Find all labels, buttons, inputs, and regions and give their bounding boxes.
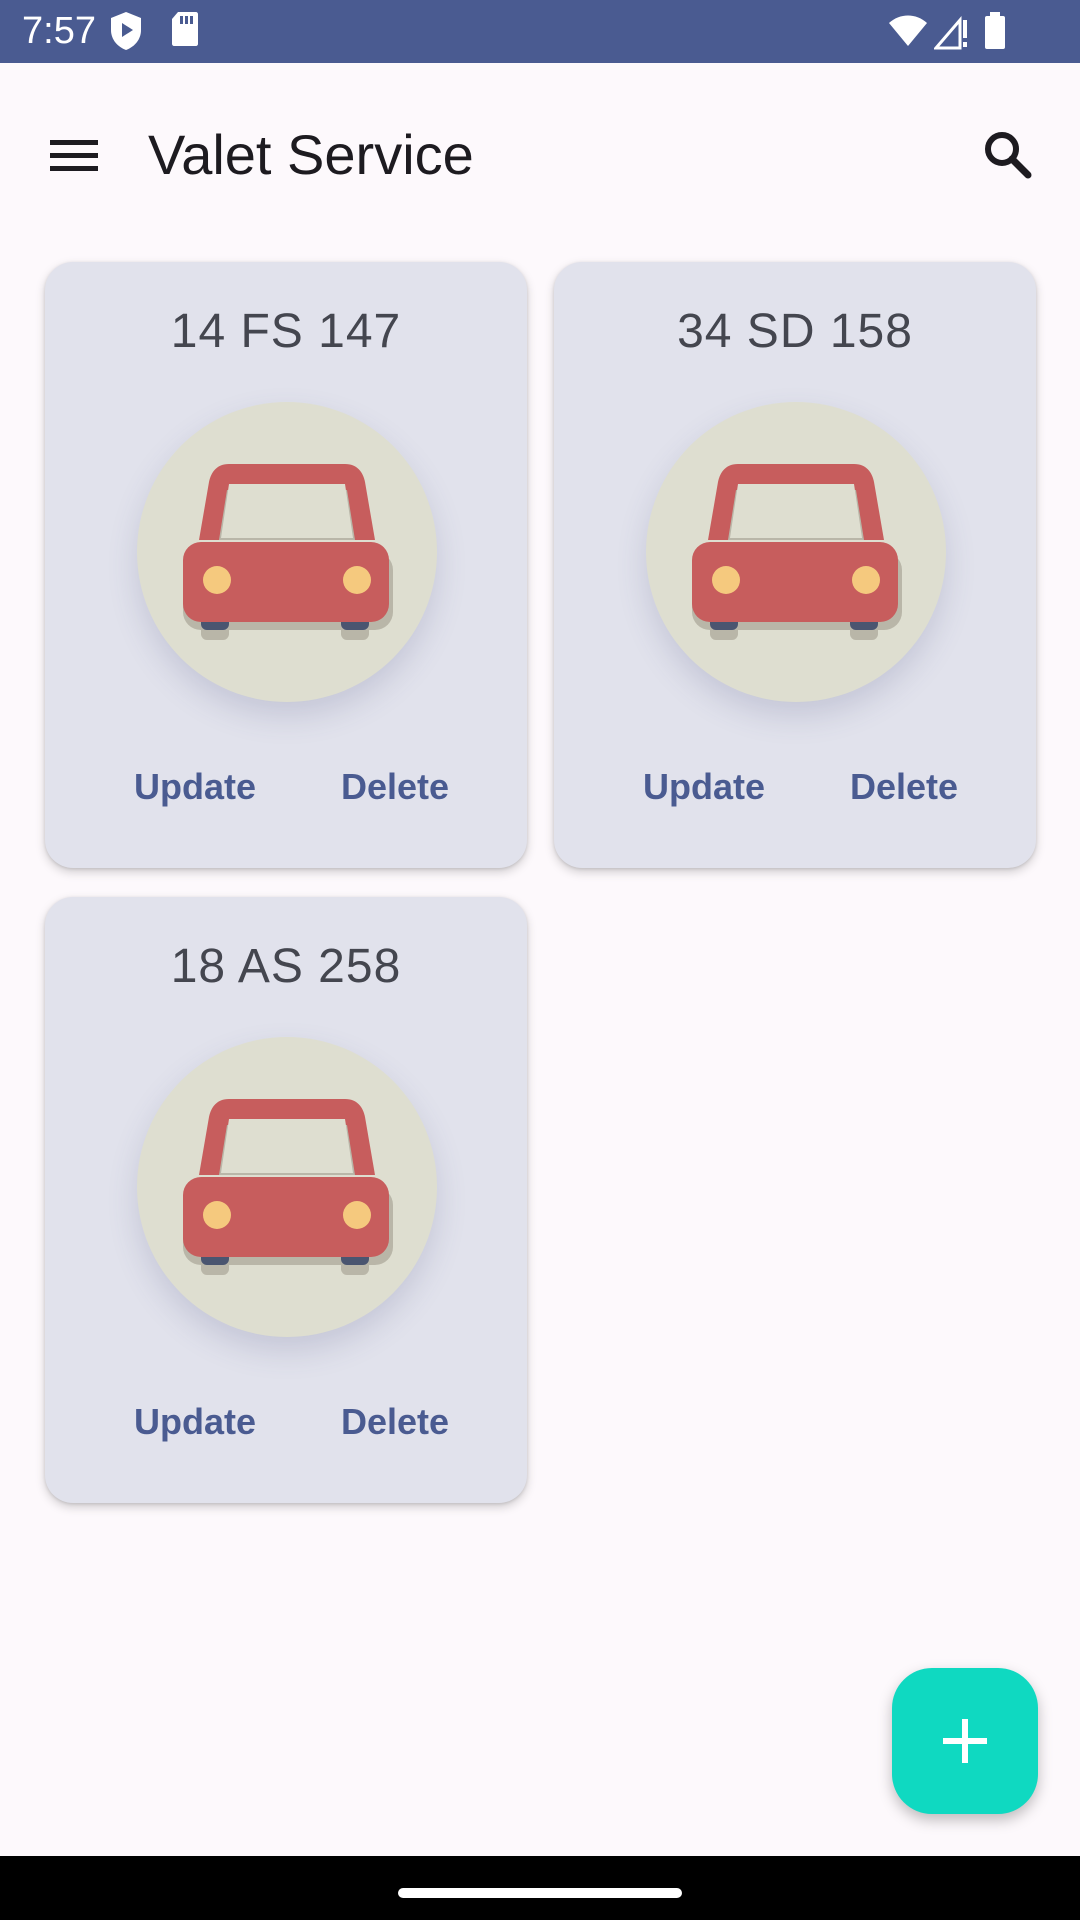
delete-button[interactable]: Delete <box>315 752 475 822</box>
delete-button[interactable]: Delete <box>824 752 984 822</box>
plus-icon <box>943 1719 987 1763</box>
navigation-bar <box>0 1856 1080 1920</box>
car-card[interactable]: 14 FS 147 Update Delete <box>45 262 527 868</box>
car-avatar <box>137 402 437 702</box>
add-car-button[interactable] <box>892 1668 1038 1814</box>
search-icon[interactable] <box>970 117 1046 193</box>
car-icon <box>183 464 393 640</box>
play-protect-icon <box>108 10 144 57</box>
car-card[interactable]: 34 SD 158 Update Delete <box>554 262 1036 868</box>
plate-number: 18 AS 258 <box>170 940 402 993</box>
home-gesture-handle[interactable] <box>398 1888 682 1898</box>
wifi-icon <box>888 14 928 53</box>
car-avatar <box>137 1037 437 1337</box>
plate-number: 34 SD 158 <box>677 305 913 358</box>
signal-icon <box>932 14 970 55</box>
app-bar: Valet Service <box>0 63 1080 231</box>
battery-icon <box>984 12 1006 55</box>
sd-card-icon <box>170 10 200 53</box>
update-button[interactable]: Update <box>115 1387 275 1457</box>
update-button[interactable]: Update <box>624 752 784 822</box>
plate-number: 14 FS 147 <box>170 305 402 358</box>
status-bar: 7:57 <box>0 0 1080 63</box>
menu-icon[interactable] <box>36 117 112 193</box>
update-button[interactable]: Update <box>115 752 275 822</box>
car-card[interactable]: 18 AS 258 Update Delete <box>45 897 527 1503</box>
car-icon <box>183 1099 393 1275</box>
status-time: 7:57 <box>22 10 96 52</box>
car-icon <box>692 464 902 640</box>
car-avatar <box>646 402 946 702</box>
page-title: Valet Service <box>148 123 474 186</box>
delete-button[interactable]: Delete <box>315 1387 475 1457</box>
